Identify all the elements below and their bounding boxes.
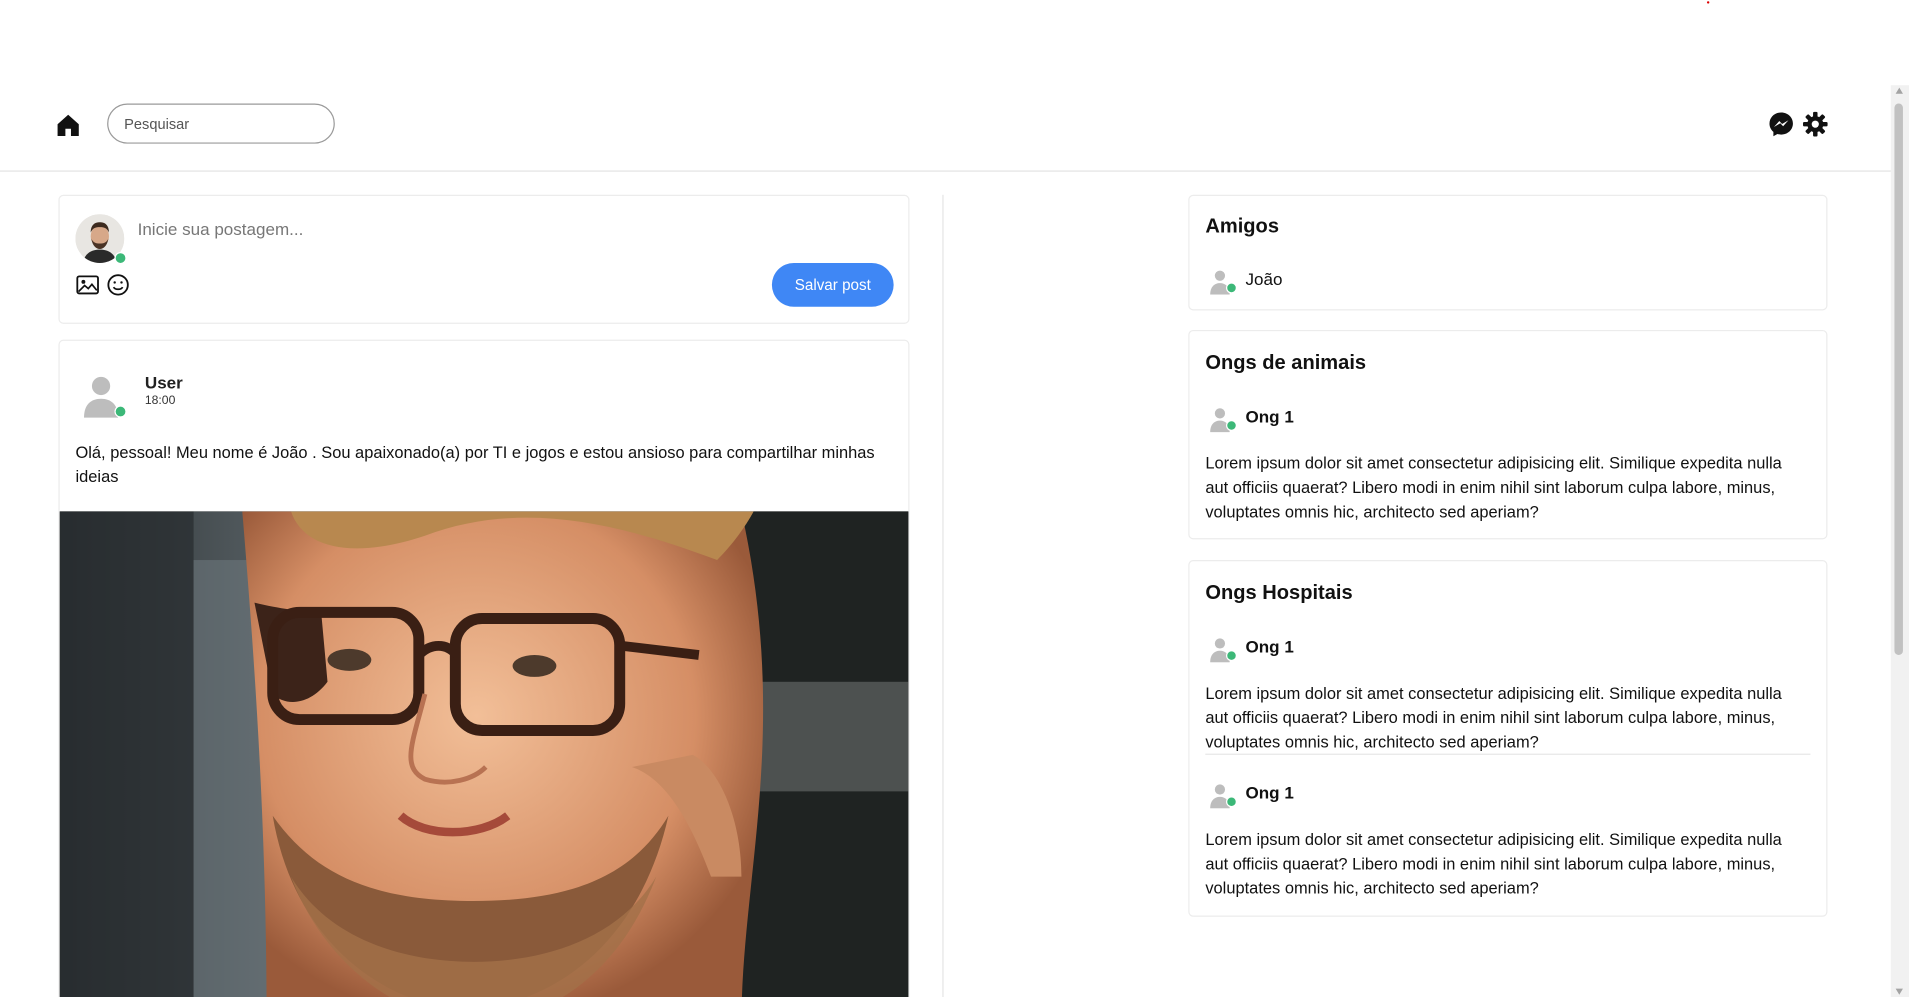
scroll-up-arrow-icon[interactable] [1895,87,1903,94]
online-status-dot [114,405,127,418]
ong-description: Lorem ipsum dolor sit amet consectetur a… [1205,830,1782,898]
post-composer: Salvar post [58,194,910,324]
page-scrollbar[interactable] [1890,85,1909,997]
ong-hospitals-card: Ongs Hospitais Ong 1 Lorem ipsum dolor s… [1188,560,1828,917]
scroll-down-arrow-icon[interactable] [1895,988,1903,995]
save-post-button[interactable]: Salvar post [771,262,894,307]
gear-icon[interactable] [1802,111,1829,138]
post-image[interactable] [59,511,909,997]
home-icon[interactable] [55,112,82,139]
emoji-icon[interactable] [106,273,130,297]
friend-name: João [1245,269,1283,289]
post-timestamp: 18:00 [144,394,176,408]
ong-description: Lorem ipsum dolor sit amet consectetur a… [1205,684,1782,752]
scrollbar-thumb[interactable] [1894,103,1903,656]
online-status-dot [1226,420,1237,431]
feed-post: User 18:00 Olá, pessoal! Meu nome é João… [58,339,910,997]
online-status-dot [1226,650,1237,662]
friends-card: Amigos João [1188,194,1828,311]
ong-animals-title: Ongs de animais [1205,351,1367,374]
ong-name: Ong 1 [1245,782,1294,803]
ong-name: Ong 1 [1245,636,1294,657]
online-status-dot [1226,796,1237,808]
image-icon[interactable] [75,273,99,297]
app-root: Salvar post User 18:00 Olá, pessoal! Meu… [0,0,1909,997]
ong-name: Ong 1 [1245,406,1294,427]
column-divider [942,194,944,997]
ong-description: Lorem ipsum dolor sit amet consectetur a… [1205,454,1782,522]
messenger-icon[interactable] [1768,111,1795,138]
online-status-dot [114,252,127,265]
post-composer-input[interactable] [135,215,628,243]
ong-divider [1205,753,1811,755]
ong-animals-card: Ongs de animais Ong 1 Lorem ipsum dolor … [1188,329,1828,540]
top-navbar [0,0,1909,172]
search-input[interactable] [107,103,335,144]
ong-hospitals-title: Ongs Hospitais [1205,581,1353,604]
friends-title: Amigos [1205,215,1280,238]
post-author-name[interactable]: User [145,373,183,392]
post-text: Olá, pessoal! Meu nome é João . Sou apai… [75,443,875,486]
online-status-dot [1226,282,1237,294]
